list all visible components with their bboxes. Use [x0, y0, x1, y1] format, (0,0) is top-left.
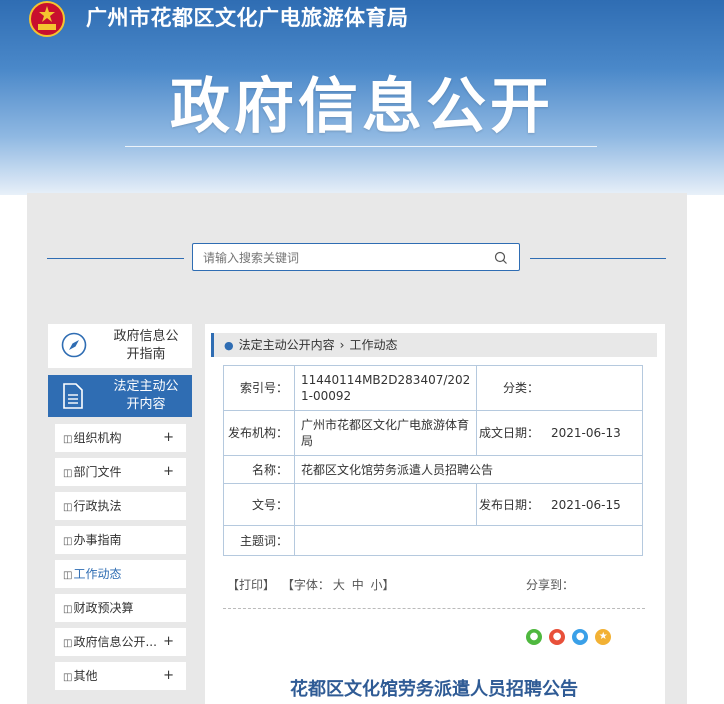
sidebar-item-label: 政府信息公开...: [73, 635, 157, 649]
meta-label: 发布日期：: [476, 483, 545, 526]
meta-label: 分类：: [476, 365, 545, 411]
meta-published-value: 2021-06-15: [545, 483, 643, 526]
sidebar-item-service-guide[interactable]: ◫办事指南: [55, 526, 186, 554]
expand-icon[interactable]: +: [163, 662, 174, 690]
breadcrumb: ● 法定主动公开内容 › 工作动态: [211, 333, 657, 357]
meta-label: 主题词：: [223, 525, 295, 556]
compass-icon: [61, 332, 87, 358]
meta-label: 索引号：: [223, 365, 295, 411]
expand-icon[interactable]: +: [163, 628, 174, 656]
font-medium-button[interactable]: 中: [352, 578, 364, 592]
doc-icon: ◫: [63, 468, 73, 479]
expand-icon[interactable]: +: [163, 458, 174, 486]
search-input[interactable]: [201, 244, 485, 272]
national-emblem-icon: [29, 1, 65, 37]
sidebar-item-label: 部门文件: [73, 465, 122, 479]
meta-label: 名称：: [223, 455, 295, 484]
chevron-right-icon: ›: [339, 338, 345, 352]
sidebar-item-label: 办事指南: [73, 533, 122, 547]
sidebar-item-enforcement[interactable]: ◫行政执法: [55, 492, 186, 520]
search-divider-left: [47, 258, 184, 259]
sidebar-item-dept-docs[interactable]: ◫部门文件 +: [55, 458, 186, 486]
meta-docno-value: [294, 483, 477, 526]
sidebar-item-info-disclosure[interactable]: ◫政府信息公开... +: [55, 628, 186, 656]
wechat-icon[interactable]: ●: [526, 628, 542, 645]
sidebar-guide-label: 政府信息公开指南: [113, 329, 179, 362]
doc-icon: ◫: [63, 570, 73, 581]
dashed-divider: [223, 608, 645, 609]
meta-created-value: 2021-06-13: [545, 410, 643, 456]
document-icon: [63, 383, 83, 409]
print-button[interactable]: 【打印】: [227, 578, 275, 592]
article-tools: 【打印】 【字体：大 中 小】: [227, 576, 398, 593]
sidebar-guide-link[interactable]: 政府信息公开指南: [48, 324, 192, 368]
sidebar-active-section[interactable]: 法定主动公开内容: [48, 375, 192, 417]
meta-name-value: 花都区文化馆劳务派遣人员招聘公告: [294, 455, 643, 484]
sidebar-active-label: 法定主动公开内容: [113, 379, 179, 412]
doc-icon: ◫: [63, 638, 73, 649]
document-meta-table: 索引号： 11440114MB2D283407/2021-00092 分类： 发…: [223, 365, 643, 556]
qq-icon[interactable]: ●: [572, 628, 589, 645]
breadcrumb-level2[interactable]: 工作动态: [349, 338, 397, 352]
doc-icon: ◫: [63, 604, 73, 615]
doc-icon: ◫: [63, 672, 73, 683]
sidebar-item-label: 其他: [73, 669, 98, 683]
weibo-icon[interactable]: ●: [549, 628, 566, 645]
doc-icon: ◫: [63, 536, 73, 547]
meta-index-value: 11440114MB2D283407/2021-00092: [294, 365, 477, 411]
share-label: 分享到：: [526, 578, 575, 592]
section-title: 政府信息公开: [170, 72, 554, 142]
font-small-button[interactable]: 小】: [371, 578, 395, 592]
meta-publisher-value: 广州市花都区文化广电旅游体育局: [294, 410, 477, 456]
doc-icon: ◫: [63, 502, 73, 513]
sidebar-item-label: 组织机构: [73, 431, 122, 445]
sidebar-item-label: 行政执法: [73, 499, 122, 513]
search-divider-right: [530, 258, 666, 259]
sidebar-item-org[interactable]: ◫组织机构 +: [55, 424, 186, 452]
meta-label: 文号：: [223, 483, 295, 526]
qzone-icon[interactable]: ★: [595, 628, 612, 645]
share-icons: ● ● ● ★: [526, 626, 613, 645]
sidebar-item-label: 工作动态: [73, 567, 122, 581]
font-size-label: 【字体：: [281, 578, 330, 592]
article-title: 花都区文化馆劳务派遣人员招聘公告: [290, 679, 578, 700]
expand-icon[interactable]: +: [163, 424, 174, 452]
sidebar-item-budget[interactable]: ◫财政预决算: [55, 594, 186, 622]
search-icon[interactable]: [493, 250, 509, 266]
meta-category-value: [545, 365, 643, 411]
meta-keywords-value: [294, 525, 643, 556]
sidebar-item-other[interactable]: ◫其他 +: [55, 662, 186, 690]
bureau-name[interactable]: 广州市花都区文化广电旅游体育局: [86, 2, 409, 32]
meta-label: 成文日期：: [476, 410, 545, 456]
breadcrumb-level1[interactable]: 法定主动公开内容: [239, 338, 335, 352]
font-large-button[interactable]: 大: [333, 578, 345, 592]
meta-label: 发布机构：: [223, 410, 295, 456]
sidebar-item-label: 财政预决算: [73, 601, 134, 615]
sidebar-item-work-news[interactable]: ◫工作动态: [55, 560, 186, 588]
doc-icon: ◫: [63, 434, 73, 445]
site-header: 广州市花都区文化广电旅游体育局 政府信息公开: [0, 0, 724, 195]
search-box: [192, 243, 520, 272]
location-pin-icon: ●: [224, 339, 234, 352]
title-underline: [125, 146, 597, 147]
